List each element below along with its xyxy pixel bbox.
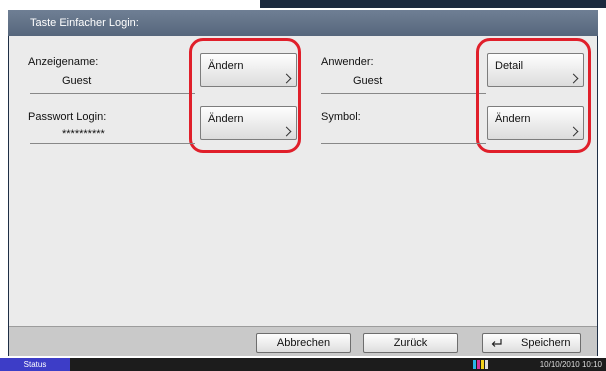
change-symbol-button[interactable]: Ändern <box>487 106 584 140</box>
save-button[interactable]: Speichern <box>482 333 581 353</box>
save-button-label: Speichern <box>521 337 571 349</box>
display-name-value: Guest <box>62 75 92 87</box>
toner-level-icon <box>473 360 491 369</box>
change-password-button[interactable]: Ändern <box>200 106 297 140</box>
dialog-frame: Taste Einfacher Login: Anzeigename: Gues… <box>8 10 598 356</box>
password-login-label: Passwort Login: <box>28 111 107 123</box>
button-label: Ändern <box>208 113 244 125</box>
dialog-footer: Abbrechen Zurück Speichern <box>9 326 597 356</box>
user-value: Guest <box>353 75 383 87</box>
chevron-right-icon <box>568 73 579 84</box>
top-bar-dark-segment <box>260 0 606 8</box>
dialog-content: Anzeigename: Guest Ändern Passwort Login… <box>9 36 597 326</box>
dialog-title: Taste Einfacher Login: <box>8 10 598 36</box>
password-login-value: ********** <box>62 128 105 140</box>
chevron-right-icon <box>281 126 292 137</box>
top-bar <box>0 0 606 8</box>
status-bar: Status 10/10/2010 10:10 <box>0 358 606 371</box>
status-button[interactable]: Status <box>0 358 70 371</box>
enter-arrow-icon <box>491 339 502 347</box>
display-name-label: Anzeigename: <box>28 56 99 68</box>
chevron-right-icon <box>281 73 292 84</box>
divider <box>30 143 195 144</box>
back-button[interactable]: Zurück <box>363 333 458 353</box>
chevron-right-icon <box>568 126 579 137</box>
user-detail-button[interactable]: Detail <box>487 53 584 87</box>
divider <box>321 93 486 94</box>
button-label: Ändern <box>208 60 244 72</box>
divider <box>321 143 486 144</box>
change-display-name-button[interactable]: Ändern <box>200 53 297 87</box>
divider <box>30 93 195 94</box>
user-label: Anwender: <box>321 56 374 68</box>
symbol-label: Symbol: <box>321 111 361 123</box>
date-time: 10/10/2010 10:10 <box>539 360 602 369</box>
button-label: Detail <box>495 60 524 72</box>
cancel-button[interactable]: Abbrechen <box>256 333 351 353</box>
button-label: Ändern <box>495 113 531 125</box>
